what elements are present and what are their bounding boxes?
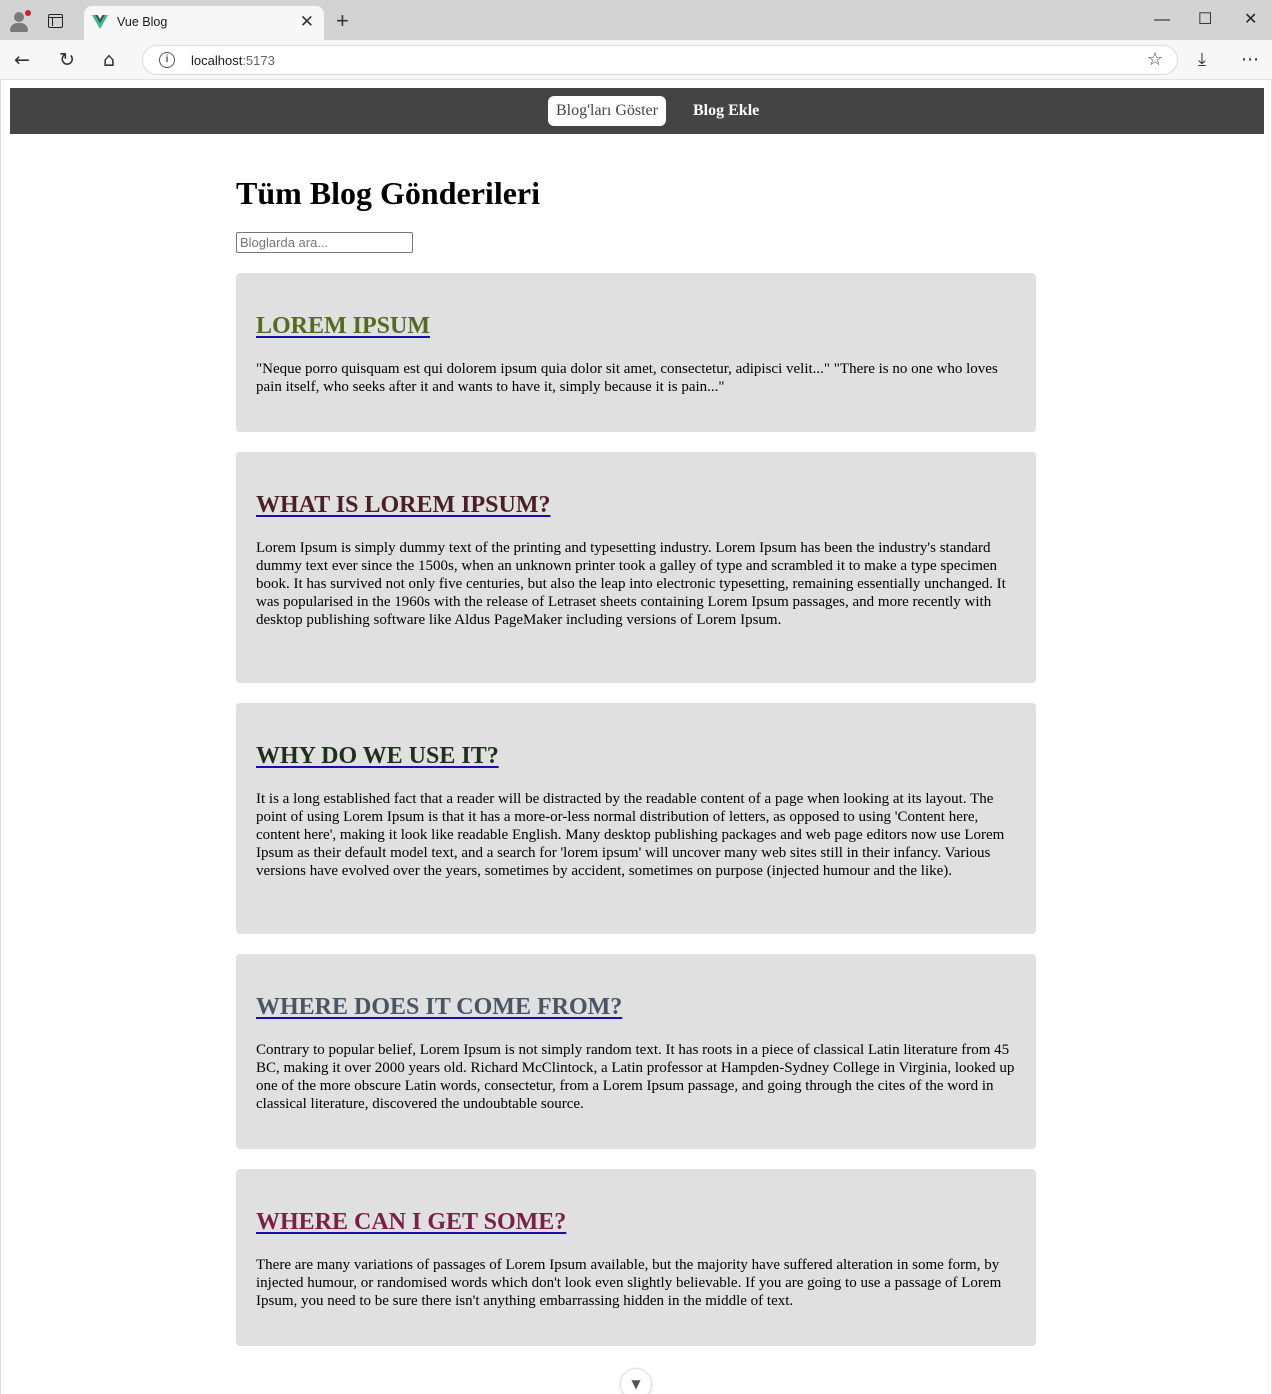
site-navbar: Blog'ları Göster Blog Ekle (10, 88, 1264, 134)
blog-title-link[interactable]: Where does it come from? (256, 992, 1016, 1022)
tab-close-icon[interactable]: ✕ (300, 12, 314, 32)
tab-title: Vue Blog (117, 15, 168, 29)
profile-avatar-icon[interactable] (8, 10, 31, 32)
browser-tab-active[interactable]: Vue Blog ✕ (84, 6, 324, 40)
nav-show-blogs-link[interactable]: Blog'ları Göster (548, 96, 666, 126)
blog-card: Where can I get some? There are many var… (236, 1169, 1036, 1346)
page-title: Tüm Blog Gönderileri (236, 175, 540, 211)
url-text[interactable]: localhost:5173 (191, 53, 275, 68)
close-window-icon[interactable]: ✕ (1244, 10, 1257, 30)
new-tab-icon[interactable]: + (336, 9, 349, 33)
vue-logo-icon (92, 15, 108, 29)
maximize-icon[interactable]: ☐ (1198, 10, 1212, 30)
blog-card: Why do we use it? It is a long establish… (236, 703, 1036, 934)
nav-add-blog-link[interactable]: Blog Ekle (685, 96, 767, 126)
blog-title-link[interactable]: Where can I get some? (256, 1207, 1016, 1237)
browser-tab-bar: Vue Blog ✕ + — ☐ ✕ (0, 0, 1272, 40)
reload-icon[interactable]: ↻ (59, 48, 75, 72)
blog-title-link[interactable]: Why do we use it? (256, 741, 1016, 771)
favorite-star-icon[interactable]: ☆ (1147, 49, 1163, 71)
blog-card: What is Lorem Ipsum? Lorem Ipsum is simp… (236, 452, 1036, 683)
blog-card: Lorem ipsum "Neque porro quisquam est qu… (236, 273, 1036, 432)
blog-title-link[interactable]: Lorem ipsum (256, 311, 1016, 341)
download-icon[interactable]: ⤓ (1198, 48, 1206, 72)
more-menu-icon[interactable]: ⋯ (1241, 48, 1259, 72)
blog-card: Where does it come from? Contrary to pop… (236, 954, 1036, 1149)
blog-excerpt: There are many variations of passages of… (256, 1257, 1002, 1309)
blog-excerpt: Contrary to popular belief, Lorem Ipsum … (256, 1042, 1015, 1112)
tab-actions-icon[interactable] (48, 14, 63, 28)
blog-excerpt: "Neque porro quisquam est qui dolorem ip… (256, 361, 998, 395)
home-icon[interactable]: ⌂ (103, 48, 115, 72)
blog-excerpt: It is a long established fact that a rea… (256, 791, 1005, 879)
back-arrow-icon[interactable]: ← (14, 48, 30, 72)
site-info-icon[interactable]: i (159, 52, 175, 68)
minimize-icon[interactable]: — (1154, 10, 1170, 30)
browser-toolbar: ← ↻ ⌂ i localhost:5173 ☆ ⤓ ⋯ (0, 40, 1272, 80)
address-bar[interactable]: i localhost:5173 ☆ (142, 45, 1178, 75)
scroll-down-icon[interactable]: ▼ (620, 1368, 652, 1394)
blog-excerpt: Lorem Ipsum is simply dummy text of the … (256, 540, 1006, 628)
blog-title-link[interactable]: What is Lorem Ipsum? (256, 490, 1016, 520)
blog-search-input[interactable] (236, 232, 413, 253)
